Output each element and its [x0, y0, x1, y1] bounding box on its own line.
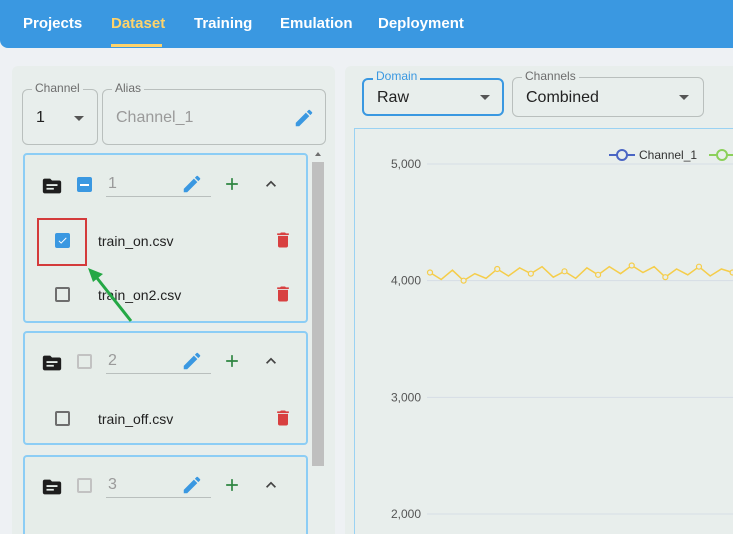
file-group-1: 1 train_on.csv train_on2.csv: [23, 153, 308, 323]
annotation-arrow: [88, 268, 133, 322]
data-point: [527, 270, 534, 277]
data-point: [561, 268, 568, 275]
trash-icon[interactable]: [273, 408, 293, 428]
channels-select[interactable]: Channels Combined: [512, 69, 704, 117]
alias-field-value: Channel_1: [116, 109, 194, 126]
domain-select-label: Domain: [373, 69, 421, 83]
file-group-3: 3: [23, 455, 308, 534]
file-checkbox-train-off[interactable]: [55, 411, 70, 426]
file-name: train_on.csv: [98, 233, 174, 249]
scroll-up-arrow[interactable]: [313, 150, 323, 158]
pencil-icon[interactable]: [181, 350, 203, 372]
chevron-down-icon: [480, 95, 490, 100]
alias-field[interactable]: Alias Channel_1: [102, 81, 326, 145]
scrollbar-thumb[interactable]: [312, 162, 324, 466]
plus-icon[interactable]: [222, 174, 242, 194]
pencil-icon[interactable]: [181, 173, 203, 195]
file-checkbox-train-on[interactable]: [55, 233, 70, 248]
check-icon: [58, 237, 67, 244]
chevron-up-icon[interactable]: [261, 475, 281, 495]
data-point: [494, 265, 501, 273]
channels-select-value: Combined: [526, 89, 599, 106]
folder-open-icon: [42, 479, 62, 495]
plus-icon[interactable]: [222, 351, 242, 371]
tab-training[interactable]: Training: [194, 15, 252, 32]
alias-field-label: Alias: [112, 81, 145, 95]
data-point: [426, 269, 434, 276]
chevron-down-icon: [679, 95, 689, 100]
tab-emulation[interactable]: Emulation: [280, 15, 353, 32]
tab-deployment[interactable]: Deployment: [378, 15, 464, 32]
y-tick-label: 5,000: [391, 157, 421, 171]
line-chart: Channel_1 5,000 4,000 3,000 2,000: [391, 148, 733, 521]
file-name: train_off.csv: [98, 411, 174, 427]
tab-dataset[interactable]: Dataset: [111, 15, 165, 32]
pencil-icon[interactable]: [181, 474, 203, 496]
data-point: [460, 277, 467, 284]
folder-open-icon: [42, 178, 62, 194]
chevron-up-icon[interactable]: [261, 351, 281, 371]
tab-projects[interactable]: Projects: [23, 15, 82, 32]
chart-legend[interactable]: Channel_1: [609, 148, 733, 162]
y-tick-label: 2,000: [391, 507, 421, 521]
chevron-up-icon[interactable]: [261, 174, 281, 194]
chart-area: Channel_1 5,000 4,000 3,000 2,000: [354, 128, 733, 534]
channel-select-value: 1: [36, 109, 45, 126]
data-point: [662, 274, 669, 281]
domain-select-value: Raw: [377, 89, 410, 106]
legend-marker-channel-1: [616, 149, 628, 161]
pencil-icon[interactable]: [293, 107, 315, 129]
channels-select-label: Channels: [522, 69, 579, 83]
y-tick-label: 3,000: [391, 390, 421, 404]
folder-open-icon: [42, 355, 62, 371]
domain-select[interactable]: Domain Raw: [362, 69, 504, 116]
chevron-down-icon: [74, 116, 84, 121]
active-tab-indicator: [111, 44, 162, 47]
trash-icon[interactable]: [273, 284, 293, 304]
group-select-checkbox[interactable]: [77, 478, 92, 493]
group-select-checkbox[interactable]: [77, 177, 92, 192]
legend-label-channel-1: Channel_1: [639, 148, 697, 162]
top-nav-bar: Projects Dataset Training Emulation Depl…: [0, 0, 733, 48]
channel-select[interactable]: Channel 1: [22, 81, 98, 145]
data-point: [695, 263, 703, 270]
file-checkbox-train-on2[interactable]: [55, 287, 70, 302]
series-line-channel-1: [429, 264, 733, 282]
channel-select-label: Channel: [32, 81, 83, 95]
data-point: [595, 271, 602, 278]
data-point: [628, 262, 635, 269]
y-tick-label: 4,000: [391, 274, 421, 288]
plus-icon[interactable]: [222, 475, 242, 495]
legend-marker-second-series: [716, 149, 728, 161]
trash-icon[interactable]: [273, 230, 293, 250]
group-select-checkbox[interactable]: [77, 354, 92, 369]
file-group-2: 2 train_off.csv: [23, 331, 308, 445]
